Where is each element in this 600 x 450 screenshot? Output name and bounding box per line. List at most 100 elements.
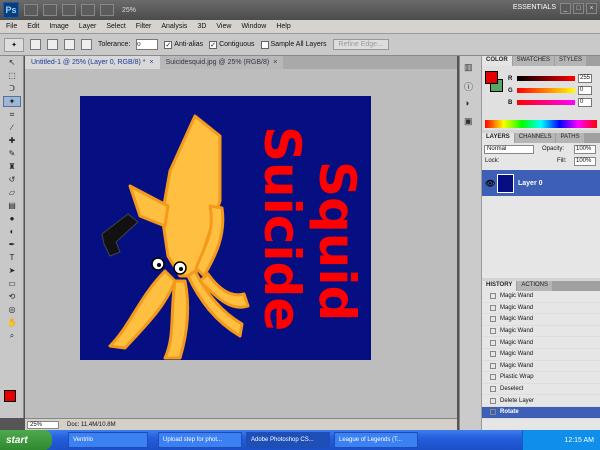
add-selection-icon[interactable] [47,39,58,50]
zoom-tool-icon[interactable]: ⌕ [3,330,21,341]
type-tool-icon[interactable]: T [3,252,21,263]
close-button[interactable]: × [586,3,597,14]
bridge-icon[interactable] [24,4,38,16]
workspace-switcher[interactable]: ESSENTIALS [513,4,556,11]
history-item-selected[interactable]: Rotate [482,406,600,419]
shape-tool-icon[interactable]: ▭ [3,278,21,289]
brush-tool-icon[interactable]: ✎ [3,148,21,159]
menu-help[interactable]: Help [276,23,290,30]
history-brush-icon[interactable]: ↺ [3,174,21,185]
task-league-of-legends[interactable]: League of Legends (T... [334,432,418,448]
tab-color[interactable]: COLOR [482,56,512,66]
eyedropper-tool-icon[interactable]: ∕ [3,122,21,133]
layer-row[interactable]: 👁 Layer 0 [482,170,600,196]
marquee-tool-icon[interactable]: ⬚ [3,70,21,81]
view-extras-icon[interactable] [62,4,76,16]
path-selection-icon[interactable]: ➤ [3,265,21,276]
menu-file[interactable]: File [6,23,17,30]
history-item[interactable]: Delete Layer [482,395,600,407]
menu-image[interactable]: Image [49,23,68,30]
history-item[interactable]: Magic Wand [482,303,600,315]
fill-input[interactable]: 100% [574,157,596,166]
blur-tool-icon[interactable]: ● [3,213,21,224]
red-slider[interactable]: R 255 [508,74,592,83]
history-item[interactable]: Magic Wand [482,291,600,303]
hand-tool-icon[interactable]: ✋ [3,317,21,328]
menu-window[interactable]: Window [241,23,266,30]
close-tab-icon[interactable]: × [273,59,277,66]
history-item[interactable]: Magic Wand [482,326,600,338]
tab-paths[interactable]: PATHS [556,133,584,143]
menu-layer[interactable]: Layer [79,23,97,30]
history-item[interactable]: Magic Wand [482,314,600,326]
task-ventrilo[interactable]: Ventrilo [68,432,148,448]
masks-icon[interactable]: ▣ [464,116,478,128]
subtract-selection-icon[interactable] [64,39,75,50]
zoom-tool-icon[interactable] [100,4,114,16]
tab-suicidesquid[interactable]: Suicidesquid.jpg @ 25% (RGB/8) × [159,56,284,69]
move-tool-icon[interactable]: ↖ [3,57,21,68]
tab-history[interactable]: HISTORY [482,281,517,291]
dodge-tool-icon[interactable]: ◐ [3,226,21,237]
canvas-area[interactable]: Suicide Squid [25,69,457,418]
hand-tool-icon[interactable] [81,4,95,16]
mini-bridge-icon[interactable] [43,4,57,16]
contiguous-checkbox[interactable]: ✓ Contiguous [209,40,255,49]
menu-filter[interactable]: Filter [136,23,152,30]
history-item[interactable]: Magic Wand [482,361,600,373]
intersect-selection-icon[interactable] [81,39,92,50]
blend-mode-dropdown[interactable]: Normal [484,145,534,154]
artwork-canvas[interactable]: Suicide Squid [80,96,371,360]
tab-swatches[interactable]: SWATCHES [512,56,555,66]
tab-actions[interactable]: ACTIONS [517,281,553,291]
zoom-level-dropdown[interactable]: 25% [122,7,136,14]
sample-all-layers-checkbox[interactable]: Sample All Layers [260,40,327,49]
adjustments-icon[interactable]: ◑ [464,98,478,110]
gradient-tool-icon[interactable]: ▤ [3,200,21,211]
healing-brush-icon[interactable]: ✚ [3,135,21,146]
3d-rotate-icon[interactable]: ⟲ [3,291,21,302]
maximize-button[interactable]: □ [573,3,584,14]
tab-styles[interactable]: STYLES [555,56,587,66]
color-spectrum-bar[interactable] [485,120,597,128]
menu-edit[interactable]: Edit [27,23,39,30]
anti-alias-checkbox[interactable]: ✓ Anti-alias [164,40,203,49]
eye-icon[interactable]: 👁 [485,179,495,188]
history-item[interactable]: Plastic Wrap [482,372,600,384]
foreground-color-swatch[interactable] [485,71,498,84]
refine-edge-button[interactable]: Refine Edge... [332,39,389,50]
magic-wand-tool-icon[interactable]: ✦ [3,96,21,107]
close-tab-icon[interactable]: × [150,59,154,66]
task-photoshop[interactable]: Adobe Photoshop CS... [246,432,330,448]
foreground-color-swatch[interactable] [4,390,16,402]
opacity-input[interactable]: 100% [574,145,596,154]
crop-tool-icon[interactable]: ⌗ [3,109,21,120]
clone-stamp-icon[interactable]: ♜ [3,161,21,172]
task-upload-step[interactable]: Upload step for phot... [158,432,242,448]
magic-wand-preset-icon[interactable]: ✦ [4,37,24,52]
menu-3d[interactable]: 3D [197,23,206,30]
start-button[interactable]: start [0,430,52,450]
red-value[interactable]: 255 [578,74,592,83]
blue-value[interactable]: 0 [578,98,592,107]
3d-orbit-icon[interactable]: ◎ [3,304,21,315]
lasso-tool-icon[interactable]: ᑐ [3,83,21,94]
tab-untitled-1[interactable]: Untitled-1 @ 25% (Layer 0, RGB/8) * × [25,56,160,69]
tab-channels[interactable]: CHANNELS [514,133,556,143]
minimize-button[interactable]: _ [560,3,571,14]
status-zoom-field[interactable]: 25% [27,420,59,429]
histogram-icon[interactable]: ▥ [464,62,478,74]
menu-analysis[interactable]: Analysis [161,23,187,30]
history-item[interactable]: Magic Wand [482,349,600,361]
green-slider[interactable]: G0 [508,86,592,95]
tolerance-input[interactable] [136,39,159,50]
blue-slider[interactable]: B0 [508,98,592,107]
menu-view[interactable]: View [216,23,231,30]
tab-layers[interactable]: LAYERS [482,133,514,143]
history-item[interactable]: Magic Wand [482,337,600,349]
info-icon[interactable]: ⓘ [464,80,478,92]
green-value[interactable]: 0 [578,86,592,95]
eraser-tool-icon[interactable]: ▱ [3,187,21,198]
menu-select[interactable]: Select [106,23,125,30]
history-item[interactable]: Deselect [482,384,600,396]
